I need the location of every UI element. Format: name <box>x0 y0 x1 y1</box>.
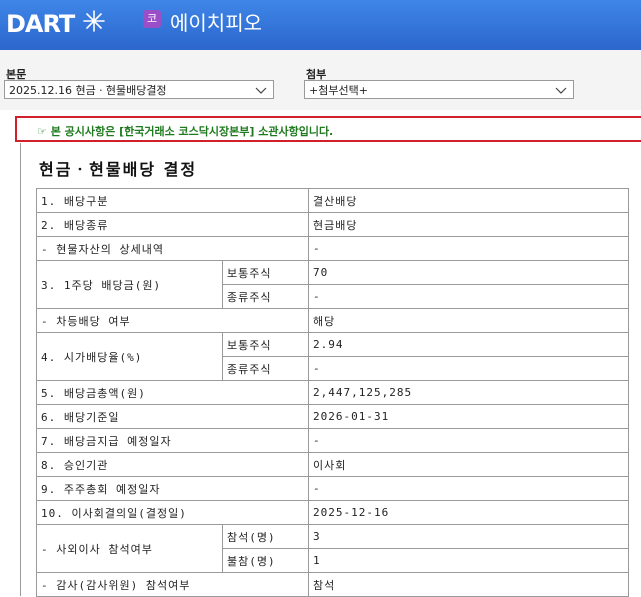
row-label: 1. 배당구분 <box>36 188 309 213</box>
row-label: - 감사(감사위원) 참석여부 <box>36 572 309 597</box>
table-row: 7. 배당금지급 예정일자 - <box>36 428 629 453</box>
row-label: 9. 주주총회 예정일자 <box>36 476 309 501</box>
row-label: 8. 승인기관 <box>36 452 309 477</box>
table-row: 9. 주주총회 예정일자 - <box>36 476 629 501</box>
document-title: 현금ㆍ현물배당 결정 <box>39 160 198 179</box>
row-label: 4. 시가배당율(%) <box>36 332 223 381</box>
table-row: 3. 1주당 배당금(원) 보통주식 70 <box>36 260 629 309</box>
app-header: DART 코 에이치피오 <box>0 0 641 50</box>
row-value: - <box>308 428 629 453</box>
table-row: 4. 시가배당율(%) 보통주식 2.94 <box>36 332 629 381</box>
table-row: 6. 배당기준일 2026-01-31 <box>36 404 629 429</box>
row-value: - <box>308 236 629 261</box>
row-label: 5. 배당금총액(원) <box>36 380 309 405</box>
chevron-down-icon <box>255 87 267 94</box>
row-label: - 차등배당 여부 <box>36 308 309 333</box>
table-row: 1. 배당구분 결산배당 <box>36 188 629 213</box>
row-sublabel: 종류주식 <box>222 356 309 381</box>
row-label: 2. 배당종류 <box>36 212 309 237</box>
row-label: - 현물자산의 상세내역 <box>36 236 309 261</box>
body-select-value: 2025.12.16 현금ㆍ현물배당결정 <box>9 84 167 97</box>
toolbar: 본문 2025.12.16 현금ㆍ현물배당결정 첨부 +첨부선택+ <box>0 50 641 110</box>
row-label: 6. 배당기준일 <box>36 404 309 429</box>
chevron-down-icon <box>555 87 567 94</box>
row-value: 2026-01-31 <box>308 404 629 429</box>
row-value: 이사회 <box>308 452 629 477</box>
row-label: 7. 배당금지급 예정일자 <box>36 428 309 453</box>
row-value: - <box>308 356 629 381</box>
row-value: 해당 <box>308 308 629 333</box>
attach-select-value: +첨부선택+ <box>309 84 368 97</box>
row-value: 현금배당 <box>308 212 629 237</box>
table-row: 5. 배당금총액(원) 2,447,125,285 <box>36 380 629 405</box>
row-label: 3. 1주당 배당금(원) <box>36 260 223 309</box>
row-value: - <box>308 476 629 501</box>
row-value: 3 <box>308 524 629 549</box>
row-value: 참석 <box>308 572 629 597</box>
row-label: 10. 이사회결의일(결정일) <box>36 500 309 525</box>
row-value: 1 <box>308 548 629 573</box>
dart-logo[interactable]: DART <box>6 10 75 38</box>
body-select[interactable]: 2025.12.16 현금ㆍ현물배당결정 <box>4 80 274 99</box>
row-value: 2025-12-16 <box>308 500 629 525</box>
table-row: 8. 승인기관 이사회 <box>36 452 629 477</box>
table-row: - 감사(감사위원) 참석여부 참석 <box>36 572 629 597</box>
row-value: 결산배당 <box>308 188 629 213</box>
row-sublabel: 참석(명) <box>222 524 309 549</box>
row-sublabel: 보통주식 <box>222 260 309 285</box>
row-value: 2.94 <box>308 332 629 357</box>
row-value: 70 <box>308 260 629 285</box>
row-sublabel: 보통주식 <box>222 332 309 357</box>
table-row: 2. 배당종류 현금배당 <box>36 212 629 237</box>
market-badge: 코 <box>143 10 161 28</box>
logo-burst-icon <box>83 10 105 32</box>
table-row: - 차등배당 여부 해당 <box>36 308 629 333</box>
dividend-table: 1. 배당구분 결산배당 2. 배당종류 현금배당 - 현물자산의 상세내역 -… <box>36 188 629 597</box>
row-value: 2,447,125,285 <box>308 380 629 405</box>
table-row: - 현물자산의 상세내역 - <box>36 236 629 261</box>
company-name: 에이치피오 <box>170 11 262 35</box>
attach-select[interactable]: +첨부선택+ <box>304 80 574 99</box>
table-row: 10. 이사회결의일(결정일) 2025-12-16 <box>36 500 629 525</box>
row-sublabel: 불참(명) <box>222 548 309 573</box>
row-label: - 사외이사 참석여부 <box>36 524 223 573</box>
table-row: - 사외이사 참석여부 참석(명) 3 <box>36 524 629 573</box>
row-sublabel: 종류주식 <box>222 284 309 309</box>
row-value: - <box>308 284 629 309</box>
notice-text: ☞ 본 공시사항은 [한국거래소 코스닥시장본부] 소관사항입니다. <box>37 125 334 138</box>
jurisdiction-notice: ☞ 본 공시사항은 [한국거래소 코스닥시장본부] 소관사항입니다. <box>15 116 641 142</box>
